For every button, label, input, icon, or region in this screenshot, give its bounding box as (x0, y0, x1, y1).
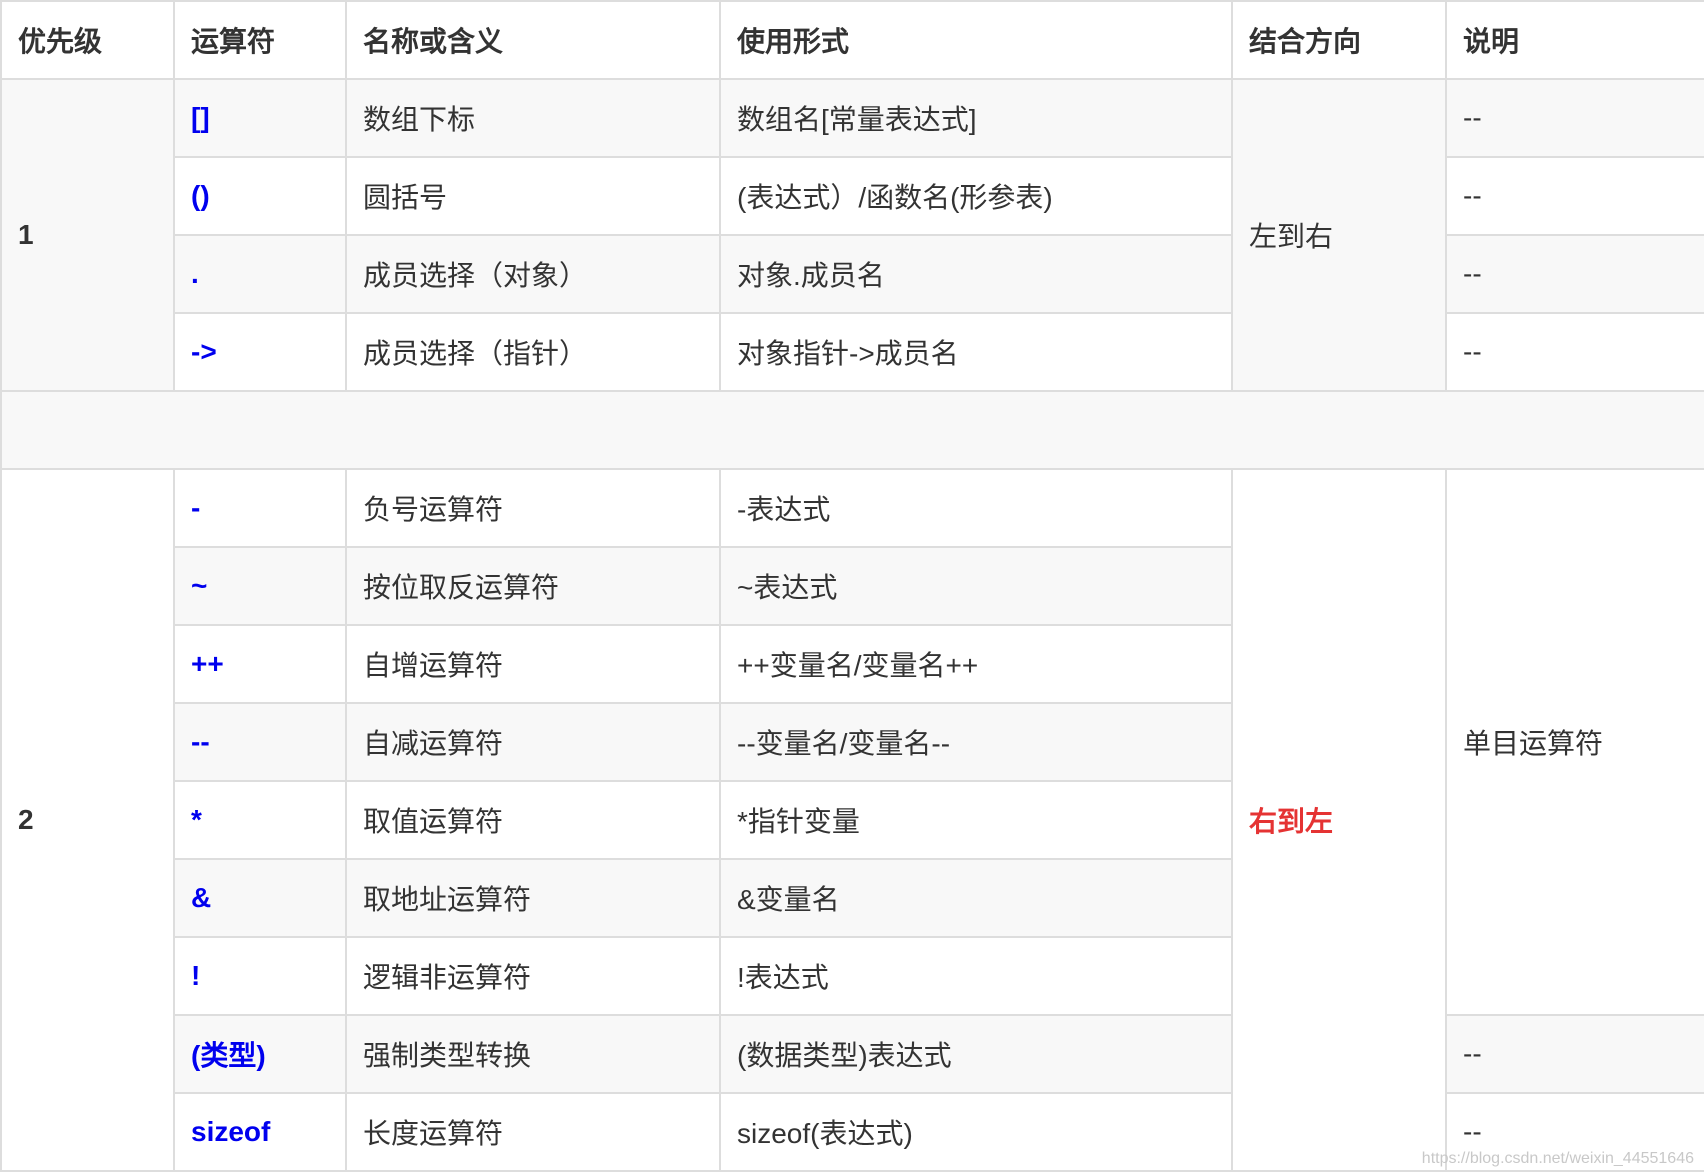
header-operator: 运算符 (173, 0, 347, 80)
table-row: 1 [] 数组下标 数组名[常量表达式] 左到右 -- (0, 78, 1704, 392)
separator-cell (0, 390, 1704, 470)
name-cell: 逻辑非运算符 (345, 936, 721, 1016)
operator-cell: & (173, 858, 347, 938)
operator-cell: - (173, 468, 347, 548)
associativity-cell: 左到右 (1231, 78, 1447, 392)
form-cell: ~表达式 (719, 546, 1233, 626)
form-cell: (数据类型)表达式 (719, 1014, 1233, 1094)
level-cell: 2 (0, 468, 175, 1172)
name-cell: 成员选择（对象） (345, 234, 721, 314)
name-cell: 负号运算符 (345, 468, 721, 548)
name-cell: 强制类型转换 (345, 1014, 721, 1094)
note-cell: -- (1445, 234, 1704, 314)
form-cell: !表达式 (719, 936, 1233, 1016)
associativity-cell: 右到左 (1231, 468, 1447, 1172)
operator-cell: -- (173, 702, 347, 782)
operator-cell: ! (173, 936, 347, 1016)
note-cell: -- (1445, 78, 1704, 158)
watermark-text: https://blog.csdn.net/weixin_44551646 (1421, 1150, 1694, 1167)
name-cell: 取值运算符 (345, 780, 721, 860)
level-cell: 1 (0, 78, 175, 392)
table-row: . 成员选择（对象） 对象.成员名 -- (1, 234, 1704, 314)
table-row: 2 - 负号运算符 -表达式 右到左 单目运算符 (0, 468, 1704, 1172)
header-name: 名称或含义 (345, 0, 721, 80)
operator-precedence-table: 优先级 运算符 名称或含义 使用形式 结合方向 说明 1 [] 数组下标 数组名… (0, 0, 1704, 1172)
name-cell: 长度运算符 (345, 1092, 721, 1172)
table-row: () 圆括号 (表达式）/函数名(形参表) -- (1, 156, 1704, 236)
name-cell: 自减运算符 (345, 702, 721, 782)
operator-cell: [] (173, 78, 347, 158)
header-row: 优先级 运算符 名称或含义 使用形式 结合方向 说明 (0, 0, 1704, 80)
form-cell: &变量名 (719, 858, 1233, 938)
name-cell: 取地址运算符 (345, 858, 721, 938)
name-cell: 成员选择（指针） (345, 312, 721, 392)
form-cell: 对象指针->成员名 (719, 312, 1233, 392)
header-associativity: 结合方向 (1231, 0, 1447, 80)
form-cell: -表达式 (719, 468, 1233, 548)
name-cell: 圆括号 (345, 156, 721, 236)
header-level: 优先级 (0, 0, 175, 80)
header-note: 说明 (1445, 0, 1704, 80)
note-cell: -- (1445, 1014, 1704, 1094)
operator-cell: ~ (173, 546, 347, 626)
form-cell: (表达式）/函数名(形参表) (719, 156, 1233, 236)
header-form: 使用形式 (719, 0, 1233, 80)
operator-cell: -> (173, 312, 347, 392)
operator-cell: * (173, 780, 347, 860)
form-cell: *指针变量 (719, 780, 1233, 860)
operator-cell: . (173, 234, 347, 314)
name-cell: 按位取反运算符 (345, 546, 721, 626)
form-cell: ++变量名/变量名++ (719, 624, 1233, 704)
note-cell-merged: 单目运算符 (1445, 468, 1704, 1016)
operator-cell: sizeof (173, 1092, 347, 1172)
form-cell: 对象.成员名 (719, 234, 1233, 314)
table-row: -> 成员选择（指针） 对象指针->成员名 -- (1, 312, 1704, 392)
note-cell: -- (1445, 312, 1704, 392)
note-cell: -- (1445, 156, 1704, 236)
form-cell: --变量名/变量名-- (719, 702, 1233, 782)
operator-cell: () (173, 156, 347, 236)
form-cell: 数组名[常量表达式] (719, 78, 1233, 158)
form-cell: sizeof(表达式) (719, 1092, 1233, 1172)
operator-cell: ++ (173, 624, 347, 704)
table-row: (类型) 强制类型转换 (数据类型)表达式 -- (1, 1014, 1704, 1094)
name-cell: 自增运算符 (345, 624, 721, 704)
name-cell: 数组下标 (345, 78, 721, 158)
operator-cell: (类型) (173, 1014, 347, 1094)
separator-row (0, 390, 1704, 470)
